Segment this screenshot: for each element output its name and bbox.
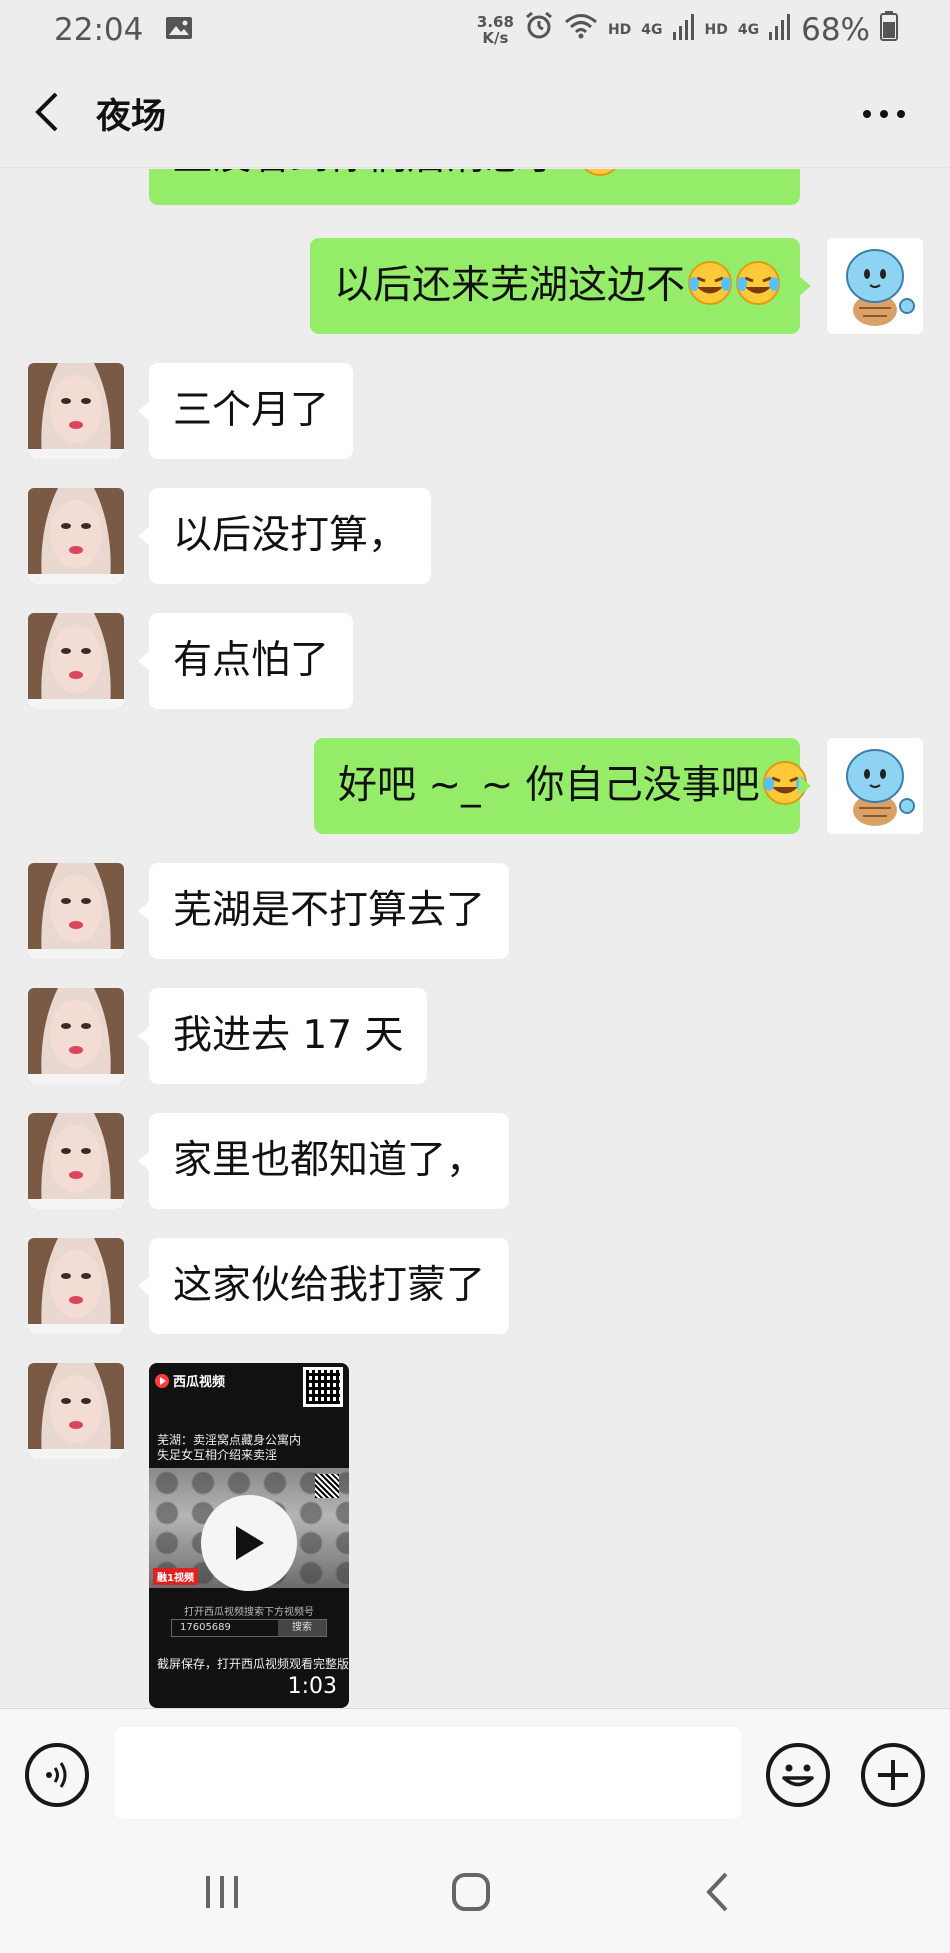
message-bubble[interactable]: 我进去 17 天 <box>137 988 428 1084</box>
message-text: 三个月了 <box>173 388 330 433</box>
chat-history[interactable]: 直没看到你们后消息了 以后还来芜湖这边不 三个月了 以后没打算， <box>0 169 950 1708</box>
laugh-cry-emoji-icon <box>762 761 807 805</box>
net-type-2: 4G <box>737 22 760 38</box>
message-text: 以后还来芜湖这边不 <box>334 263 686 308</box>
laugh-cry-emoji-icon <box>688 261 733 305</box>
battery-percent: 68% <box>801 12 870 48</box>
plus-icon <box>878 1760 908 1790</box>
message-text: 芜湖是不打算去了 <box>173 888 486 933</box>
message-input-bar <box>0 1708 950 1832</box>
play-icon <box>236 1526 264 1560</box>
signal-icon <box>672 12 695 48</box>
message-bubble[interactable]: 芜湖是不打算去了 <box>137 863 510 959</box>
video-app-name: 西瓜视频 <box>173 1375 226 1390</box>
battery-icon <box>880 11 898 49</box>
contact-avatar[interactable] <box>28 613 124 709</box>
message-bubble[interactable]: 家里也都知道了， <box>137 1113 510 1209</box>
message-bubble[interactable]: 以后没打算， <box>137 488 432 584</box>
message-input[interactable] <box>115 1727 741 1819</box>
hd-label-2: HD <box>704 22 728 38</box>
video-duration: 1:03 <box>287 1674 337 1699</box>
message-text: 直没看到你们后消息了 <box>173 169 563 179</box>
play-button[interactable] <box>201 1495 297 1591</box>
my-avatar[interactable] <box>827 238 923 334</box>
chat-title: 夜场 <box>96 97 167 137</box>
message-text: 有点怕了 <box>173 638 330 683</box>
message-bubble[interactable]: 这家伙给我打蒙了 <box>137 1238 510 1334</box>
chevron-left-icon <box>34 91 60 137</box>
signal-icon <box>769 12 791 48</box>
contact-avatar[interactable] <box>28 988 124 1084</box>
video-caption: 芜湖：卖淫窝点藏身公寓内 失足女互相介绍来卖淫 <box>157 1433 307 1463</box>
video-tag: 融1视频 <box>153 1568 198 1585</box>
contact-avatar[interactable] <box>28 488 124 584</box>
net-speed: 3.68 K/s <box>476 13 514 47</box>
video-save-hint: 截屏保存，打开西瓜视频观看完整版 <box>157 1657 349 1671</box>
xigua-logo-icon <box>155 1373 169 1388</box>
more-dots-icon <box>862 104 906 123</box>
gallery-icon <box>165 12 193 48</box>
laugh-cry-emoji-icon <box>736 261 781 305</box>
chat-header: 夜场 <box>0 60 950 168</box>
voice-icon <box>46 1762 67 1788</box>
back-button[interactable] <box>2 60 92 168</box>
plus-button[interactable] <box>861 1743 925 1807</box>
home-button[interactable] <box>421 1852 521 1932</box>
contact-avatar[interactable] <box>28 863 124 959</box>
recent-apps-button[interactable] <box>172 1852 272 1932</box>
contact-avatar[interactable] <box>28 1113 124 1209</box>
home-icon <box>452 1873 490 1911</box>
video-search-button: 搜索 <box>278 1620 326 1636</box>
video-message[interactable]: 西瓜视频 芜湖：卖淫窝点藏身公寓内 失足女互相介绍来卖淫 融1视频 打开西瓜视频… <box>149 1363 349 1708</box>
video-hint: 打开西瓜视频搜索下方视频号 <box>184 1607 314 1618</box>
back-icon <box>706 1872 728 1912</box>
video-search-value: 17605689 <box>180 1622 231 1633</box>
message-text: 我进去 17 天 <box>173 1013 404 1058</box>
message-bubble[interactable]: 直没看到你们后消息了 <box>149 169 800 205</box>
contact-avatar[interactable] <box>28 1238 124 1334</box>
contact-avatar[interactable] <box>28 1363 124 1459</box>
wifi-icon <box>564 12 598 48</box>
system-nav-bar <box>0 1832 950 1953</box>
video-caption-line: 芜湖：卖淫窝点藏身公寓内 <box>157 1433 302 1447</box>
qr-code-icon <box>315 1474 339 1498</box>
message-bubble[interactable]: 有点怕了 <box>137 613 354 709</box>
message-text: 好吧 ~_~ 你自己没事吧 <box>338 763 760 808</box>
recent-apps-icon <box>206 1876 238 1908</box>
my-avatar[interactable] <box>827 738 923 834</box>
emoji-button[interactable] <box>766 1743 830 1807</box>
message-bubble[interactable]: 好吧 ~_~ 你自己没事吧 <box>314 738 811 834</box>
contact-avatar[interactable] <box>28 363 124 459</box>
status-bar: 22:04 3.68 K/s HD 4G HD 4G 68% <box>0 0 950 60</box>
more-button[interactable] <box>856 84 912 144</box>
laugh-cry-emoji-icon <box>584 169 617 176</box>
video-caption-line: 失足女互相介绍来卖淫 <box>157 1448 278 1462</box>
nav-back-button[interactable] <box>667 1852 767 1932</box>
voice-button[interactable] <box>25 1743 89 1807</box>
qr-code-icon <box>303 1367 343 1407</box>
hd-label-1: HD <box>607 22 632 38</box>
emoji-icon <box>782 1764 814 1787</box>
video-search-box: 17605689 搜索 <box>171 1619 327 1637</box>
message-bubble[interactable]: 以后还来芜湖这边不 <box>310 238 811 334</box>
message-bubble[interactable]: 三个月了 <box>137 363 354 459</box>
message-text: 家里也都知道了， <box>173 1138 486 1183</box>
message-text: 以后没打算， <box>173 513 408 558</box>
alarm-icon <box>524 11 554 49</box>
status-time: 22:04 <box>54 12 144 48</box>
video-app-logo: 西瓜视频 <box>155 1371 225 1390</box>
message-text: 这家伙给我打蒙了 <box>173 1263 486 1308</box>
net-type-1: 4G <box>641 22 663 38</box>
